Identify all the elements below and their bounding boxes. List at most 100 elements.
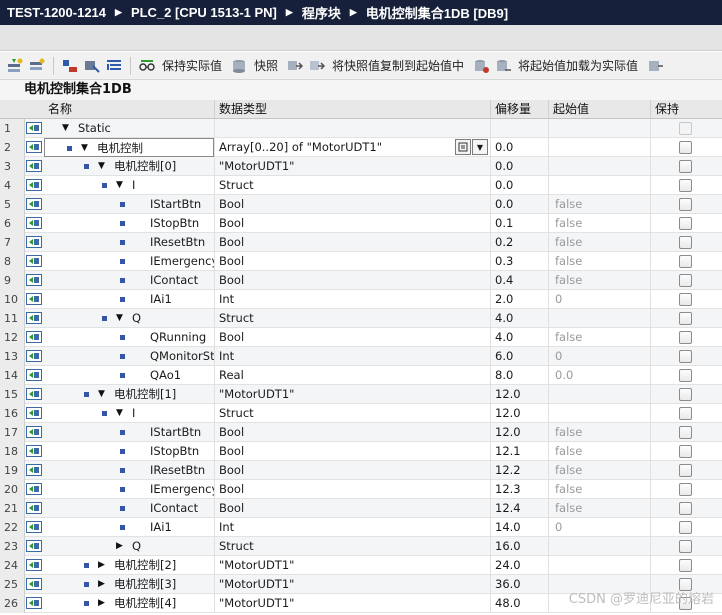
retain-checkbox[interactable] xyxy=(679,388,692,401)
name-cell[interactable]: IContact xyxy=(44,271,214,290)
table-row[interactable]: 1 ▼ Static xyxy=(0,119,722,138)
collapse-arrow-icon[interactable]: ▼ xyxy=(116,176,126,195)
retain-checkbox[interactable] xyxy=(679,217,692,230)
name-cell[interactable]: ▼ 电机控制[1] xyxy=(44,385,214,404)
collapse-all-icon[interactable] xyxy=(83,57,101,75)
start-value-cell[interactable]: false xyxy=(548,499,650,518)
table-row[interactable]: 4 ▼ I Struct 0.0 xyxy=(0,176,722,195)
start-value-cell[interactable]: 0 xyxy=(548,347,650,366)
name-cell[interactable]: ▼ 电机控制 xyxy=(44,138,214,157)
copy-snapshot-icon-2[interactable] xyxy=(308,57,326,75)
expand-all-icon[interactable] xyxy=(61,57,79,75)
retain-checkbox[interactable] xyxy=(679,559,692,572)
load-start-icon[interactable] xyxy=(472,57,490,75)
name-cell[interactable]: ▶ 电机控制[2] xyxy=(44,556,214,575)
retain-checkbox[interactable] xyxy=(679,445,692,458)
column-header-start-value[interactable]: 起始值 xyxy=(548,100,650,119)
name-cell[interactable]: QRunning xyxy=(44,328,214,347)
table-row[interactable]: 7 IResetBtn Bool 0.2 false xyxy=(0,233,722,252)
expand-arrow-icon[interactable]: ▶ xyxy=(98,556,108,575)
start-value-cell[interactable]: false xyxy=(548,423,650,442)
expand-arrow-icon[interactable]: ▶ xyxy=(116,537,126,556)
keep-actual-values-button[interactable]: 保持实际值 xyxy=(162,57,222,74)
datatype-cell[interactable]: Int xyxy=(214,347,490,366)
start-value-cell[interactable] xyxy=(548,556,650,575)
retain-checkbox[interactable] xyxy=(679,141,692,154)
datatype-cell[interactable]: Bool xyxy=(214,480,490,499)
name-cell[interactable]: IStartBtn xyxy=(44,423,214,442)
breadcrumb-project[interactable]: TEST-1200-1214 xyxy=(7,5,106,20)
retain-checkbox[interactable] xyxy=(679,331,692,344)
expand-arrow-icon[interactable]: ▶ xyxy=(98,575,108,594)
retain-checkbox[interactable] xyxy=(679,369,692,382)
table-row[interactable]: 13 QMonitorSt...Int6.00 xyxy=(0,347,722,366)
collapse-arrow-icon[interactable]: ▼ xyxy=(116,404,126,423)
start-value-cell[interactable]: false xyxy=(548,233,650,252)
start-value-cell[interactable]: 0 xyxy=(548,518,650,537)
expand-arrow-icon[interactable]: ▶ xyxy=(98,594,108,613)
name-cell[interactable]: IEmergency... xyxy=(44,480,214,499)
collapse-arrow-icon[interactable]: ▼ xyxy=(62,119,72,138)
name-cell[interactable]: IStartBtn xyxy=(44,195,214,214)
datatype-cell[interactable]: Struct xyxy=(214,176,490,195)
name-cell[interactable]: ▼ I xyxy=(44,176,214,195)
table-row[interactable]: 3 ▼ 电机控制[0] "MotorUDT1" 0.0 xyxy=(0,157,722,176)
datatype-cell[interactable] xyxy=(214,119,490,138)
start-value-cell[interactable]: false xyxy=(548,442,650,461)
datatype-cell[interactable]: Bool xyxy=(214,271,490,290)
copy-snapshot-to-start-button[interactable]: 将快照值复制到起始值中 xyxy=(332,57,464,74)
name-cell[interactable]: IStopBtn xyxy=(44,442,214,461)
datatype-cell[interactable]: "MotorUDT1" xyxy=(214,157,490,176)
start-value-cell[interactable] xyxy=(548,309,650,328)
retain-checkbox[interactable] xyxy=(679,407,692,420)
retain-checkbox[interactable] xyxy=(679,236,692,249)
datatype-cell[interactable]: Int xyxy=(214,290,490,309)
start-value-cell[interactable]: false xyxy=(548,461,650,480)
datatype-cell[interactable]: Array[0..20] of "MotorUDT1" xyxy=(214,138,490,157)
start-value-cell[interactable] xyxy=(548,385,650,404)
add-row-icon[interactable] xyxy=(28,57,46,75)
table-row[interactable]: 17 IStartBtn Bool 12.0 false xyxy=(0,423,722,442)
datatype-cell[interactable]: Bool xyxy=(214,328,490,347)
table-row[interactable]: 21 IContact Bool 12.4 false xyxy=(0,499,722,518)
name-cell[interactable]: ▶ Q xyxy=(44,537,214,556)
datatype-cell[interactable]: Bool xyxy=(214,214,490,233)
start-value-cell[interactable] xyxy=(548,404,650,423)
table-row[interactable]: 18 IStopBtn Bool 12.1 false xyxy=(0,442,722,461)
datatype-cell[interactable]: Int xyxy=(214,518,490,537)
datatype-cell[interactable]: Bool xyxy=(214,499,490,518)
name-cell[interactable]: IContact xyxy=(44,499,214,518)
snapshot-icon[interactable] xyxy=(230,57,248,75)
datatype-cell[interactable]: Bool xyxy=(214,195,490,214)
name-cell[interactable]: IAi1 xyxy=(44,290,214,309)
start-value-cell[interactable]: false xyxy=(548,480,650,499)
name-cell[interactable]: IResetBtn xyxy=(44,233,214,252)
retain-checkbox[interactable] xyxy=(679,483,692,496)
retain-checkbox[interactable] xyxy=(679,122,692,135)
retain-checkbox[interactable] xyxy=(679,426,692,439)
breadcrumb-program-blocks[interactable]: 程序块 xyxy=(302,3,341,22)
start-value-cell[interactable]: false xyxy=(548,328,650,347)
start-value-cell[interactable]: 0.0 xyxy=(548,366,650,385)
datatype-cell[interactable]: Struct xyxy=(214,404,490,423)
name-cell[interactable]: ▼ 电机控制[0] xyxy=(44,157,214,176)
name-cell[interactable]: ▼ Static xyxy=(44,119,214,138)
datatype-cell[interactable]: Struct xyxy=(214,309,490,328)
datatype-cell[interactable]: "MotorUDT1" xyxy=(214,556,490,575)
retain-checkbox[interactable] xyxy=(679,179,692,192)
retain-checkbox[interactable] xyxy=(679,350,692,363)
name-cell[interactable]: ▼ Q xyxy=(44,309,214,328)
start-value-cell[interactable] xyxy=(548,537,650,556)
start-value-cell[interactable]: false xyxy=(548,271,650,290)
table-row[interactable]: 9 IContact Bool 0.4 false xyxy=(0,271,722,290)
datatype-cell[interactable]: Real xyxy=(214,366,490,385)
name-cell[interactable]: IAi1 xyxy=(44,518,214,537)
datatype-cell[interactable]: Bool xyxy=(214,442,490,461)
name-cell[interactable]: ▼ I xyxy=(44,404,214,423)
table-row[interactable]: 15 ▼ 电机控制[1] "MotorUDT1" 12.0 xyxy=(0,385,722,404)
name-cell[interactable]: IEmergency... xyxy=(44,252,214,271)
column-header-retain[interactable]: 保持 xyxy=(650,100,722,119)
retain-checkbox[interactable] xyxy=(679,312,692,325)
column-header-datatype[interactable]: 数据类型 xyxy=(214,100,490,119)
datatype-cell[interactable]: Bool xyxy=(214,461,490,480)
